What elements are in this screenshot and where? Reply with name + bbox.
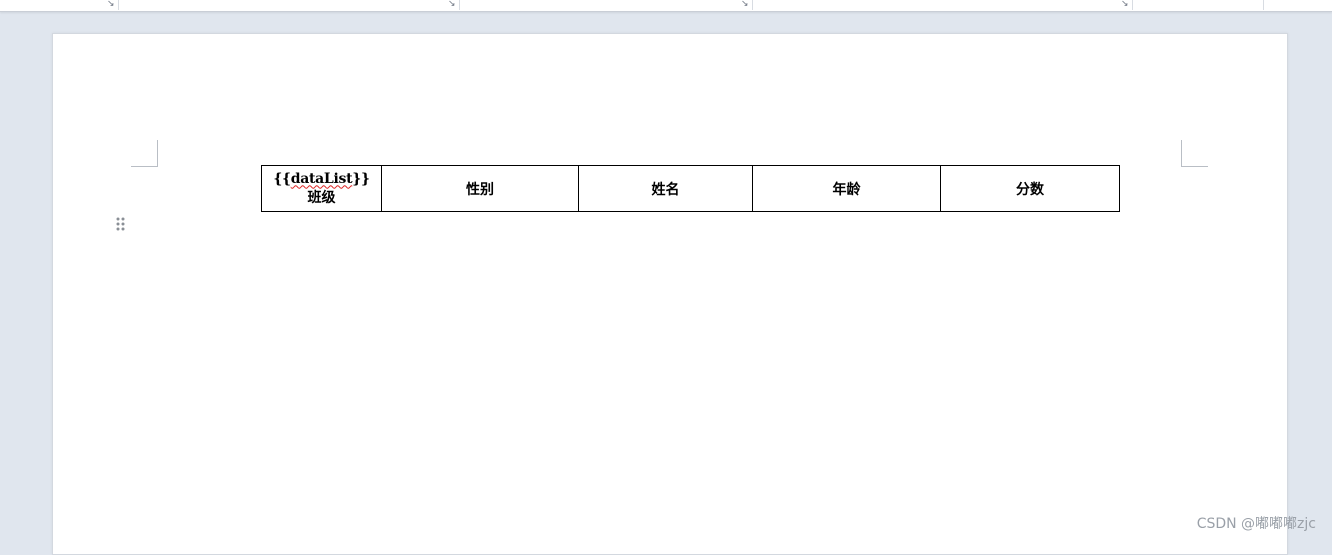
dialog-launcher-icon[interactable]: ↘ (448, 0, 456, 9)
ribbon-group-separator (752, 0, 753, 10)
document-page[interactable]: {{dataList}} 班级 性别 姓名 年龄 分数 (52, 33, 1288, 555)
drag-handle-icon[interactable] (116, 217, 125, 231)
cell-label-score: 分数 (1016, 181, 1044, 198)
template-table[interactable]: {{dataList}} 班级 性别 姓名 年龄 分数 (261, 165, 1120, 212)
cell-label-gender: 性别 (466, 181, 494, 198)
ribbon-group-separator (1263, 0, 1264, 10)
watermark: CSDN @嘟嘟嘟zjc (1196, 516, 1316, 532)
table-cell-name[interactable]: 姓名 (578, 165, 753, 212)
cell-label-age: 年龄 (832, 181, 861, 198)
ribbon-group-separator (118, 0, 119, 10)
template-tag-open: {{ (273, 170, 291, 187)
cell-label-class: 班级 (307, 189, 336, 206)
template-tag-name: dataList (290, 170, 353, 187)
margin-corner-mark-left (131, 140, 158, 167)
table-cell-age[interactable]: 年龄 (752, 165, 941, 212)
cell-label-name: 姓名 (651, 181, 680, 198)
dialog-launcher-icon[interactable]: ↘ (741, 0, 749, 9)
table-cell-gender[interactable]: 性别 (381, 165, 579, 212)
margin-corner-mark-right (1181, 140, 1208, 167)
ribbon-bottom-edge: ↘ ↘ ↘ ↘ (0, 0, 1332, 12)
dialog-launcher-icon[interactable]: ↘ (107, 0, 115, 9)
ribbon-group-separator (1132, 0, 1133, 10)
dialog-launcher-icon[interactable]: ↘ (1121, 0, 1129, 9)
table-cell-score[interactable]: 分数 (940, 165, 1120, 212)
ribbon-group-separator (459, 0, 460, 10)
template-tag: {{dataList}} (262, 170, 381, 188)
table-cell-class[interactable]: {{dataList}} 班级 (261, 165, 382, 212)
table-row: {{dataList}} 班级 性别 姓名 年龄 分数 (261, 165, 1120, 212)
template-tag-close: }} (352, 170, 370, 187)
